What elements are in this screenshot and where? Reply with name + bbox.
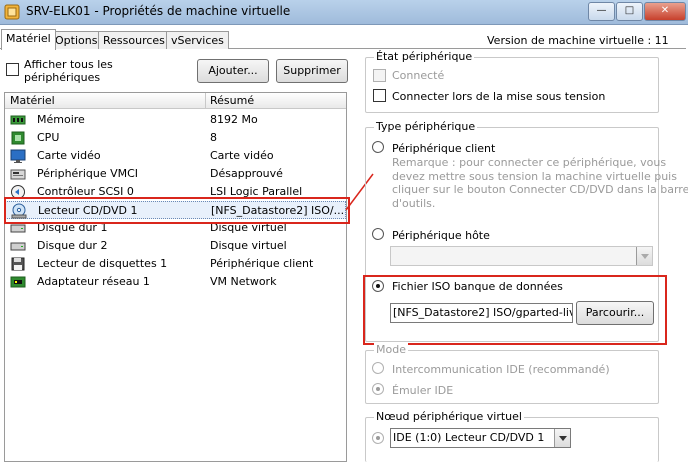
hardware-row-floppy[interactable]: Lecteur de disquettes 1 Périphérique cli… bbox=[5, 255, 346, 273]
virtual-device-node-title: Nœud périphérique virtuel bbox=[374, 410, 524, 423]
title-bar: SRV-ELK01 - Propriétés de machine virtue… bbox=[0, 0, 688, 25]
hardware-name: CPU bbox=[37, 131, 60, 144]
column-summary[interactable]: Résumé bbox=[210, 94, 254, 107]
tab-resources[interactable]: Ressources bbox=[98, 31, 170, 49]
connected-checkbox[interactable] bbox=[373, 69, 386, 82]
connect-at-power-on-checkbox[interactable] bbox=[373, 89, 386, 102]
chevron-down-icon bbox=[554, 429, 570, 447]
hardware-name: Carte vidéo bbox=[37, 149, 101, 162]
hardware-name: Lecteur de disquettes 1 bbox=[37, 257, 168, 270]
show-all-devices-checkbox[interactable] bbox=[6, 63, 19, 76]
hardware-row-cpu[interactable]: CPU 8 bbox=[5, 129, 346, 147]
device-status-group: État périphérique bbox=[365, 50, 659, 113]
client-device-label: Périphérique client bbox=[392, 142, 496, 155]
vsphere-app-icon bbox=[4, 4, 20, 20]
show-all-devices-label: Afficher tous les périphériques bbox=[24, 58, 113, 84]
ide-passthrough-label: Intercommunication IDE (recommandé) bbox=[392, 363, 610, 376]
chevron-down-icon bbox=[636, 247, 652, 265]
hardware-summary: 8 bbox=[210, 131, 217, 144]
virtual-device-node-select[interactable]: IDE (1:0) Lecteur CD/DVD 1 bbox=[390, 428, 571, 448]
device-type-title: Type périphérique bbox=[374, 120, 478, 133]
ide-passthrough-radio[interactable] bbox=[372, 362, 384, 374]
host-device-radio[interactable] bbox=[372, 228, 384, 240]
add-button[interactable]: Ajouter... bbox=[197, 59, 269, 83]
hardware-list-header: Matériel Résumé bbox=[5, 93, 346, 109]
device-status-title: État périphérique bbox=[374, 50, 475, 63]
hardware-summary: Disque virtuel bbox=[210, 239, 287, 252]
hardware-row-network-adapter[interactable]: Adaptateur réseau 1 VM Network bbox=[5, 273, 346, 291]
close-button[interactable]: ✕ bbox=[644, 2, 686, 21]
tab-hardware[interactable]: Matériel bbox=[1, 29, 56, 50]
maximize-button[interactable]: □ bbox=[616, 2, 643, 21]
hardware-name: Disque dur 2 bbox=[37, 239, 108, 252]
virtual-device-node-value: IDE (1:0) Lecteur CD/DVD 1 bbox=[393, 431, 545, 444]
tab-options[interactable]: Options bbox=[50, 31, 103, 49]
remove-button[interactable]: Supprimer bbox=[276, 59, 348, 83]
connect-at-power-on-label: Connecter lors de la mise sous tension bbox=[392, 90, 606, 103]
hardware-name: Mémoire bbox=[37, 113, 85, 126]
hardware-list: Matériel Résumé Mémoire 8192 Mo CPU 8 Ca… bbox=[4, 92, 347, 462]
memory-icon bbox=[10, 115, 26, 125]
tab-vservices[interactable]: vServices bbox=[166, 31, 229, 49]
hardware-row-video-card[interactable]: Carte vidéo Carte vidéo bbox=[5, 147, 346, 165]
hardware-summary: Carte vidéo bbox=[210, 149, 274, 162]
cpu-icon bbox=[11, 131, 25, 145]
floppy-icon bbox=[11, 257, 25, 271]
hardware-summary: VM Network bbox=[210, 275, 277, 288]
highlight-iso-option bbox=[363, 275, 667, 345]
vm-version-label: Version de machine virtuelle : 11 bbox=[487, 34, 669, 47]
hardware-row-hard-disk-2[interactable]: Disque dur 2 Disque virtuel bbox=[5, 237, 346, 255]
hardware-row-memory[interactable]: Mémoire 8192 Mo bbox=[5, 111, 346, 129]
emulate-ide-radio[interactable] bbox=[372, 383, 384, 395]
connected-label: Connecté bbox=[392, 69, 445, 82]
network-adapter-icon bbox=[10, 276, 26, 288]
host-device-label: Périphérique hôte bbox=[392, 229, 490, 242]
highlight-selected-row bbox=[4, 197, 350, 224]
hardware-summary: Périphérique client bbox=[210, 257, 314, 270]
hardware-row-vmci[interactable]: Périphérique VMCI Désapprouvé bbox=[5, 165, 346, 183]
hardware-summary: 8192 Mo bbox=[210, 113, 258, 126]
hardware-name: Périphérique VMCI bbox=[37, 167, 139, 180]
video-card-icon bbox=[10, 149, 26, 163]
hardware-name: Adaptateur réseau 1 bbox=[37, 275, 150, 288]
client-device-note: Remarque : pour connecter ce périphériqu… bbox=[392, 156, 688, 210]
column-hardware[interactable]: Matériel bbox=[10, 94, 55, 107]
vmci-icon bbox=[10, 169, 26, 180]
host-device-select[interactable] bbox=[390, 246, 653, 266]
minimize-button[interactable]: — bbox=[588, 2, 615, 21]
hardware-summary: Désapprouvé bbox=[210, 167, 283, 180]
emulate-ide-label: Émuler IDE bbox=[392, 384, 454, 397]
mode-title: Mode bbox=[374, 343, 408, 356]
client-device-radio[interactable] bbox=[372, 141, 384, 153]
virtual-device-node-radio[interactable] bbox=[372, 432, 384, 444]
window-title: SRV-ELK01 - Propriétés de machine virtue… bbox=[26, 4, 291, 18]
hard-disk-icon bbox=[10, 242, 26, 251]
